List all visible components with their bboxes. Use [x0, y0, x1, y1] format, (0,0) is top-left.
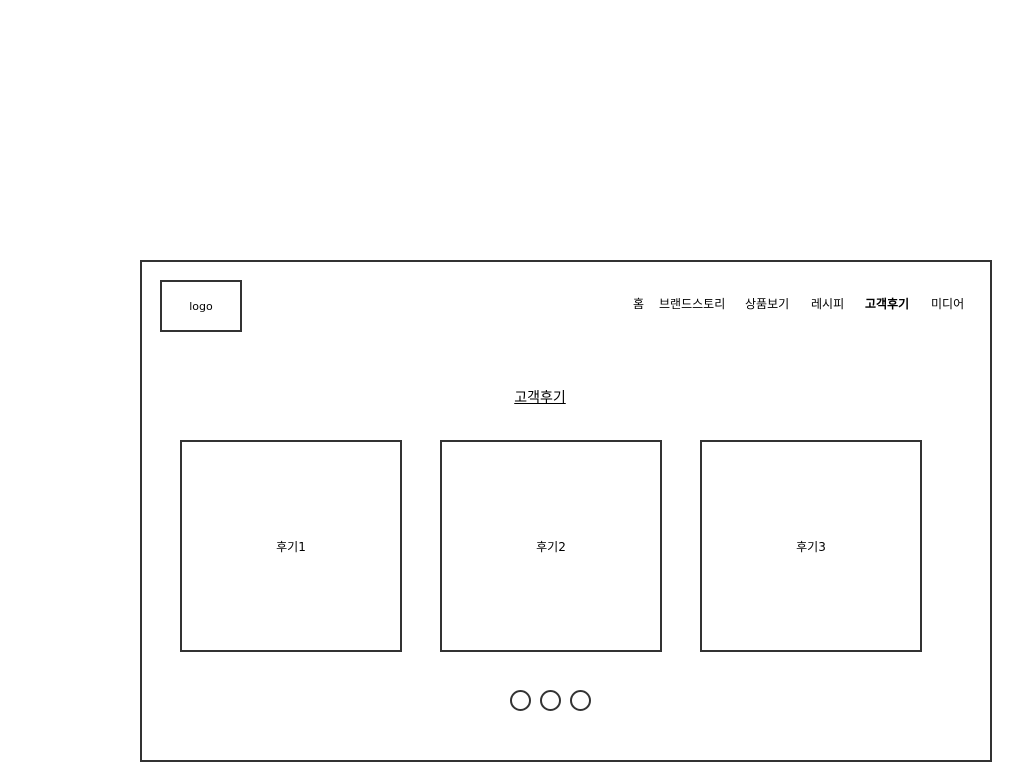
nav-item-customer-reviews[interactable]: 고객후기 [865, 296, 909, 312]
nav-item-media[interactable]: 미디어 [931, 296, 964, 312]
review-card-1[interactable]: 후기1 [180, 440, 402, 652]
pagination-dot-3[interactable] [570, 690, 591, 711]
nav-item-products[interactable]: 상품보기 [745, 296, 789, 312]
logo[interactable]: logo [160, 280, 242, 332]
review-card-label: 후기3 [796, 539, 826, 554]
pagination-dot-1[interactable] [510, 690, 531, 711]
nav-item-recipe[interactable]: 레시피 [811, 296, 844, 312]
nav-item-brand-story[interactable]: 브랜드스토리 [659, 296, 725, 312]
nav-item-home[interactable]: 홈 [633, 296, 644, 312]
page-wireframe: logo 홈 브랜드스토리 상품보기 레시피 고객후기 미디어 고객후기 후기1… [140, 260, 992, 762]
review-card-label: 후기1 [276, 539, 306, 554]
review-card-2[interactable]: 후기2 [440, 440, 662, 652]
section-title-wrapper: 고객후기 [440, 389, 640, 407]
review-card-3[interactable]: 후기3 [700, 440, 922, 652]
review-card-label: 후기2 [536, 539, 566, 554]
pagination-dot-2[interactable] [540, 690, 561, 711]
section-title: 고객후기 [514, 390, 566, 406]
